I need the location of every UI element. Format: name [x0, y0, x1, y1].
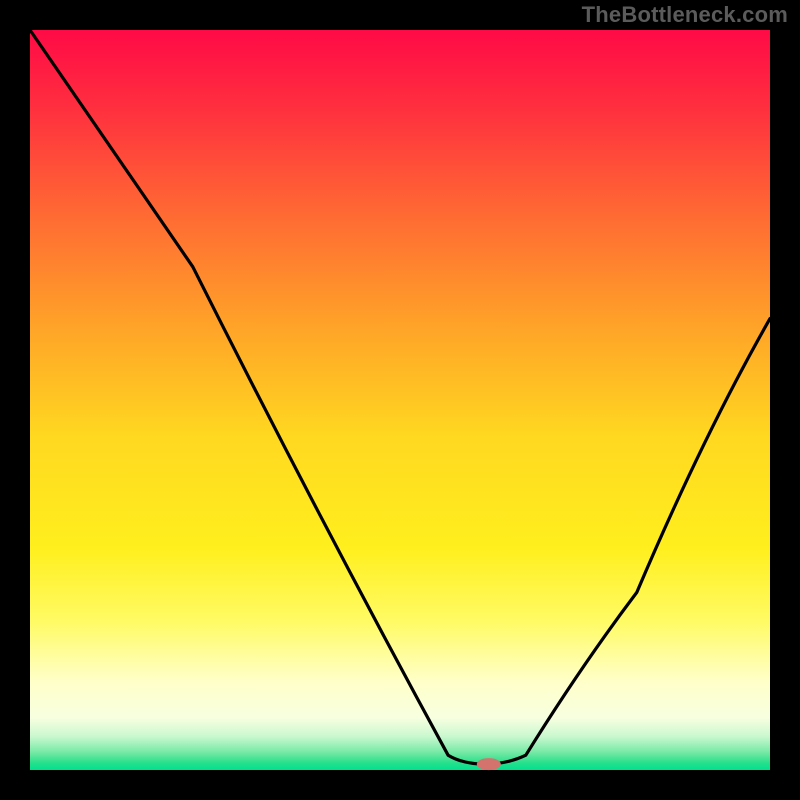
- bottleneck-chart: [0, 0, 800, 800]
- plot-background: [30, 30, 770, 770]
- chart-container: TheBottleneck.com: [0, 0, 800, 800]
- optimum-marker: [477, 758, 501, 770]
- watermark-text: TheBottleneck.com: [582, 2, 788, 28]
